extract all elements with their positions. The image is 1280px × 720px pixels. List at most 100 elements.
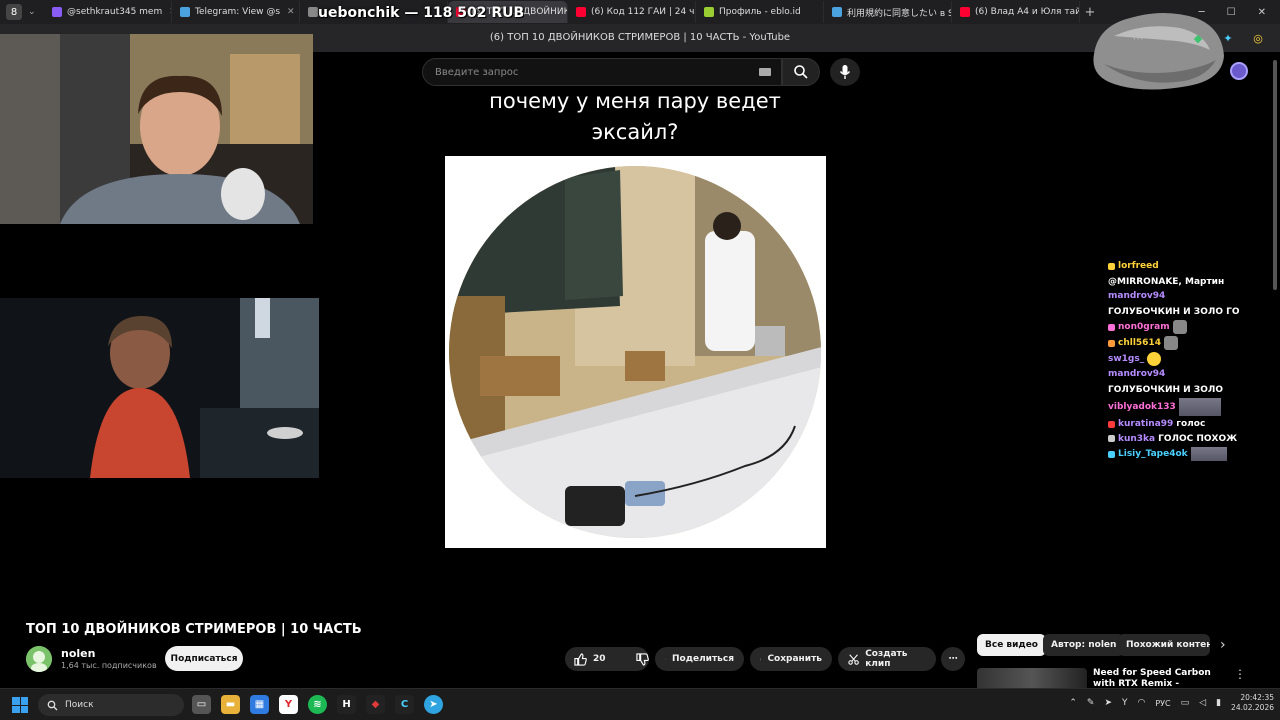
hotkey-app-icon[interactable]: H — [337, 695, 356, 714]
chip-all-videos[interactable]: Все видео — [977, 634, 1046, 656]
badge-icon — [1108, 323, 1115, 331]
keyboard-icon[interactable] — [759, 68, 771, 76]
chat-message: mandrov94 ГОЛУБОЧКИН И ЗОЛО — [1108, 368, 1258, 396]
tab-favicon — [52, 7, 62, 17]
more-actions-button[interactable]: ⋯ — [941, 647, 965, 671]
like-button[interactable]: 20 — [565, 647, 615, 671]
chat-text: ГОЛУБОЧКИН И ЗОЛО ГО — [1108, 306, 1240, 317]
chevron-up-icon[interactable]: ⌃ — [1069, 698, 1077, 708]
taskbar-search-label: Поиск — [65, 700, 94, 710]
wifi-icon[interactable]: ◠ — [1138, 698, 1146, 708]
badge-icon — [1108, 450, 1115, 458]
microphone-icon — [839, 65, 851, 79]
app-icon[interactable]: ◆ — [366, 695, 385, 714]
bookmark-icon[interactable]: ⌑ — [1160, 32, 1176, 45]
search-button[interactable] — [782, 58, 820, 86]
video-caption: почему у меня пару ведет эксайл? — [489, 89, 781, 144]
chat-username: mandrov94 — [1108, 369, 1166, 379]
scrollbar[interactable] — [1272, 52, 1278, 688]
file-explorer-icon[interactable]: ▬ — [221, 695, 240, 714]
extension-icon-2[interactable]: ◎ — [1250, 32, 1266, 45]
subscriber-count: 1,64 тыс. подписчиков — [61, 661, 157, 670]
video-player[interactable] — [445, 156, 826, 548]
account-avatar[interactable] — [1230, 62, 1248, 80]
chat-username: non0gram — [1118, 321, 1170, 332]
rock-overlay-image — [1093, 13, 1224, 90]
more-icon[interactable]: ⋯ — [1130, 32, 1146, 45]
close-window-icon[interactable]: ✕ — [1258, 7, 1266, 18]
channel-name[interactable]: nolen — [61, 647, 95, 660]
yandex-browser-icon[interactable]: Y — [279, 695, 298, 714]
avatar-icon — [26, 646, 52, 672]
youtube-icon — [960, 7, 970, 17]
store-icon[interactable]: ▦ — [250, 695, 269, 714]
image-emote-icon — [1178, 398, 1221, 416]
search-input[interactable]: Введите запрос — [422, 58, 782, 86]
video-scene — [445, 156, 826, 548]
create-clip-button[interactable]: Создать клип — [838, 647, 936, 671]
chip-author[interactable]: Автор: nolen — [1043, 634, 1125, 656]
tab-favicon — [832, 7, 842, 17]
cat-emote-icon — [1172, 320, 1187, 334]
taskbar-apps: ▭ ▬ ▦ Y ≋ H ◆ C ➤ — [192, 695, 443, 714]
telegram-icon[interactable]: ➤ — [424, 695, 443, 714]
chat-message: mandrov94 ГОЛУБОЧКИН И ЗОЛО ГО — [1108, 290, 1258, 318]
pen-icon[interactable]: ✎ — [1087, 698, 1095, 708]
address-bar-actions: ⋯ ⌑ ◆ ✦ ◎ — [1130, 32, 1280, 45]
chat-message: kun3ka ГОЛОС ПОХОЖ — [1108, 433, 1258, 446]
share-button[interactable]: Поделиться — [655, 647, 744, 671]
language-indicator[interactable]: РУС — [1155, 699, 1170, 708]
tab-7[interactable]: 利用規約に同意したい в St — [824, 1, 952, 23]
telegram-tray-icon[interactable]: ➤ — [1104, 698, 1112, 708]
youtube-icon — [576, 7, 586, 17]
channel-avatar[interactable] — [26, 646, 52, 672]
windows-start-icon[interactable] — [12, 697, 28, 713]
tab-1[interactable]: @sethkraut345 mem ✕ — [44, 1, 172, 23]
clip-label: Создать клип — [865, 649, 908, 669]
close-icon[interactable]: ✕ — [287, 7, 295, 17]
battery-icon[interactable]: ▮ — [1216, 698, 1221, 708]
tab-label: @sethkraut345 mem — [67, 7, 163, 17]
kebab-menu-icon[interactable]: ⋮ — [1234, 667, 1246, 681]
tab-5[interactable]: (6) Код 112 ГАИ | 24 час — [568, 1, 696, 23]
volume-icon[interactable]: ◁ — [1199, 698, 1206, 708]
badge-icon — [1108, 420, 1115, 428]
chevron-down-icon[interactable]: ⌄ — [28, 7, 36, 17]
recommended-title[interactable]: Need for Speed Carbon with RTX Remix - P… — [1093, 668, 1223, 688]
badge-icon — [1108, 339, 1115, 347]
chat-message: viblyadok133 — [1108, 398, 1258, 416]
search-icon — [794, 65, 808, 79]
task-view-icon[interactable]: ▭ — [192, 695, 211, 714]
network-icon[interactable]: ▭ — [1181, 698, 1190, 708]
subscribe-button[interactable]: Подписаться — [165, 646, 243, 671]
chip-related[interactable]: Похожий контент — [1118, 634, 1210, 656]
tab-label: 利用規約に同意したい в St — [847, 8, 952, 19]
spotify-icon[interactable]: ≋ — [308, 695, 327, 714]
clock[interactable]: 20:42:35 24.02.2026 — [1231, 693, 1274, 713]
scissors-icon — [848, 653, 859, 665]
donation-overlay: uebonchik — 118 502 RUB — [318, 5, 525, 21]
taskbar-search[interactable]: Поиск — [38, 694, 184, 716]
system-tray: ⌃ ✎ ➤ Y ◠ РУС ▭ ◁ ▮ 20:42:35 24.02.2026 — [1069, 693, 1274, 713]
guest-webcam — [0, 298, 319, 478]
badge-icon — [1108, 435, 1115, 443]
scrollbar-thumb[interactable] — [1273, 60, 1277, 290]
save-button[interactable]: Сохранить — [750, 647, 832, 671]
refresh-app-icon[interactable]: C — [395, 695, 414, 714]
tab-2[interactable]: Telegram: View @s ✕ — [172, 1, 300, 23]
shield-icon[interactable]: ◆ — [1190, 32, 1206, 45]
chevron-right-icon[interactable]: › — [1220, 637, 1226, 653]
recommended-thumbnail[interactable] — [977, 668, 1087, 688]
dislike-button[interactable] — [627, 647, 658, 671]
tab-6[interactable]: Профиль - eblo.id — [696, 1, 824, 23]
yandex-tray-icon[interactable]: Y — [1122, 698, 1128, 708]
smiley-emote-icon — [1147, 352, 1162, 366]
voice-search-button[interactable] — [830, 58, 860, 86]
tab-label: (6) Код 112 ГАИ | 24 час — [591, 7, 696, 17]
cat-emote-icon — [1163, 336, 1178, 350]
extension-icon[interactable]: ✦ — [1220, 32, 1236, 45]
stream-chat: lorfreed @MIRRONAKE, Мартин mandrov94 ГО… — [1108, 260, 1258, 463]
workspace-icon[interactable]: 8 — [6, 4, 22, 20]
tab-8[interactable]: (6) Влад А4 и Юля тайно — [952, 1, 1080, 23]
chat-username: viblyadok133 — [1108, 401, 1176, 412]
